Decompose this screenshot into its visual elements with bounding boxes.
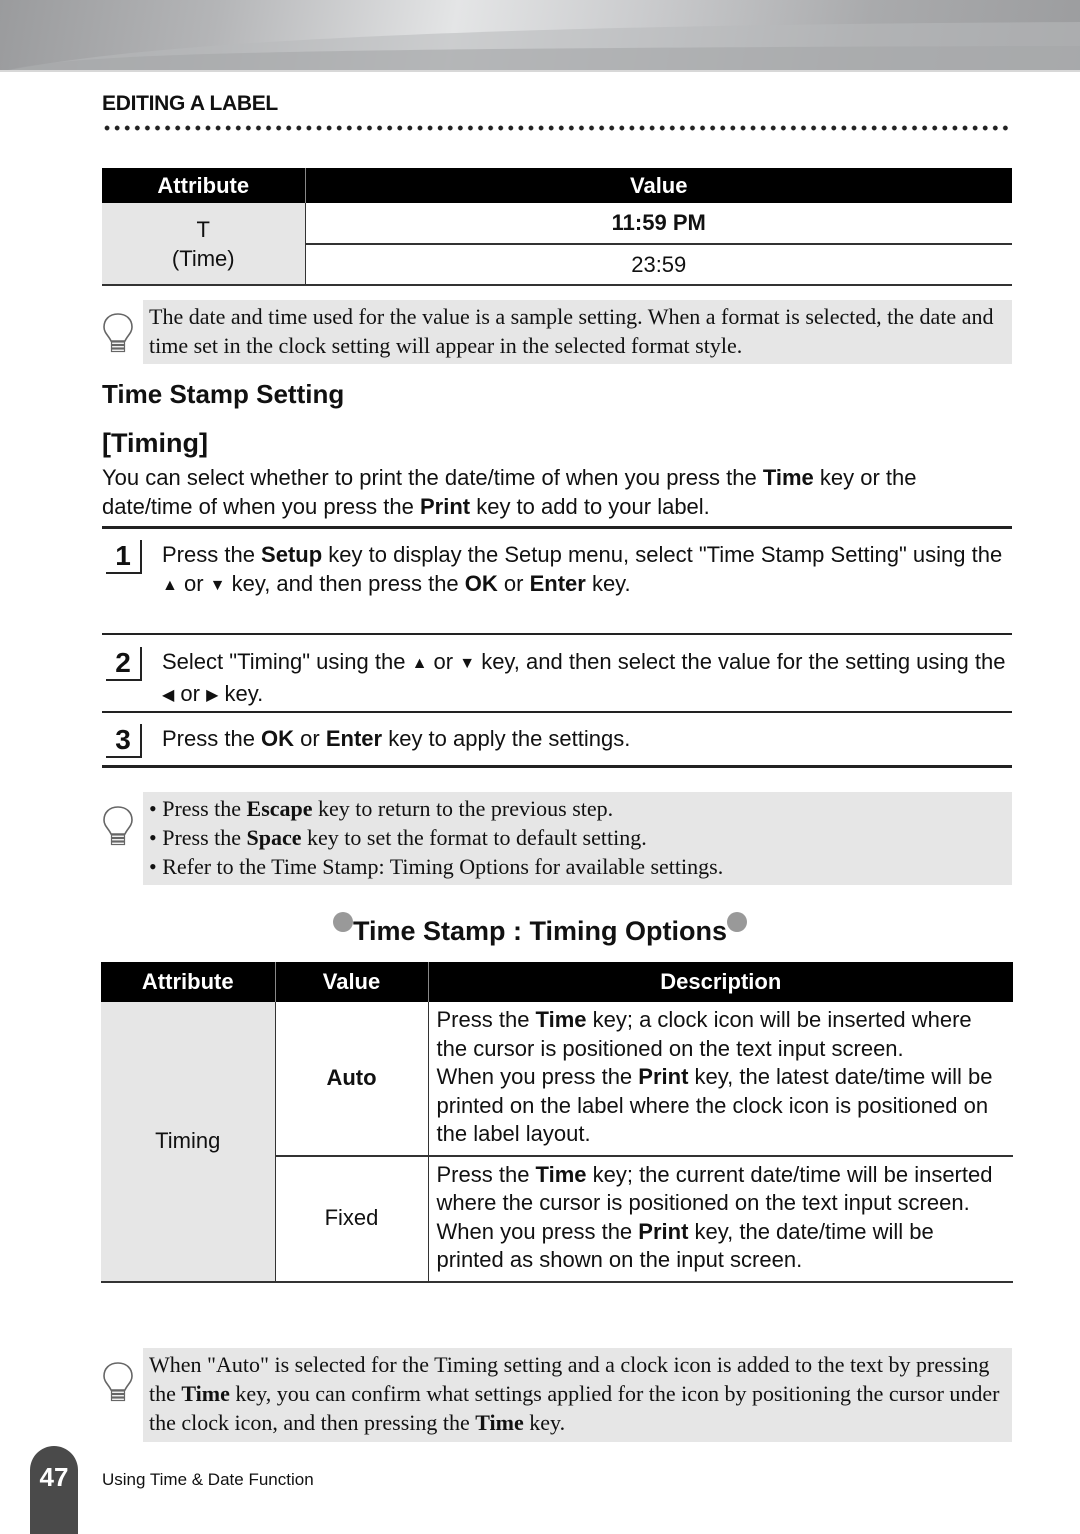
- header-value: Value: [274, 962, 428, 1002]
- timing-options-title: Time Stamp : Timing Options: [0, 912, 1080, 947]
- text: When you press the: [436, 1064, 639, 1089]
- divider: [102, 765, 1012, 768]
- text: key.: [523, 1410, 566, 1435]
- lightbulb-icon: [103, 1362, 133, 1402]
- intro-paragraph: You can select whether to print the date…: [102, 463, 1012, 521]
- key-setup: Setup: [261, 542, 323, 567]
- intro-text: You can select whether to print the date…: [102, 465, 763, 490]
- tip-item: • Press the Space key to set the format …: [149, 825, 647, 850]
- value-auto: Auto: [275, 1002, 429, 1157]
- text: or: [177, 571, 210, 596]
- description-fixed: Press the Time key; the current date/tim…: [428, 1155, 1013, 1283]
- text: key, and then select the value for the s…: [475, 649, 1006, 674]
- tip-item: • Refer to the Time Stamp: Timing Option…: [149, 854, 724, 879]
- text: Press the: [436, 1007, 536, 1032]
- timing-options-table: Attribute Value Description Timing Auto …: [101, 962, 1013, 1283]
- value-24h: 23:59: [305, 244, 1012, 286]
- attribute-symbol: T: [196, 216, 210, 242]
- value-12h: 11:59 PM: [305, 203, 1012, 245]
- text: key to return to the previous step.: [312, 796, 614, 821]
- step-number: 3: [106, 724, 142, 758]
- key-time: Time: [535, 1007, 587, 1032]
- text: key, you can confirm what settings appli…: [149, 1381, 1000, 1435]
- attribute-cell: Timing: [101, 1002, 276, 1283]
- text: or: [294, 726, 326, 751]
- step-number: 2: [106, 647, 142, 681]
- attribute-name: (Time): [171, 245, 235, 271]
- up-arrow-icon: ▲: [162, 577, 178, 594]
- key-time: Time: [181, 1381, 230, 1406]
- key-enter: Enter: [325, 726, 383, 751]
- header-value: Value: [304, 168, 1012, 203]
- lightbulb-icon: [103, 313, 133, 353]
- step-text: Press the Setup key to display the Setup…: [162, 540, 1012, 601]
- note-tips: • Press the Escape key to return to the …: [143, 792, 1012, 885]
- time-format-table: Attribute Value T (Time) 11:59 PM 23:59: [102, 168, 1012, 286]
- step-text: Select "Timing" using the ▲ or ▼ key, an…: [162, 647, 1012, 711]
- text: key to display the Setup menu, select "T…: [322, 542, 1003, 567]
- page-number: 47: [39, 1462, 69, 1492]
- text: key.: [585, 571, 631, 596]
- text: Refer to the Time Stamp: Timing Options …: [162, 854, 724, 879]
- key-space: Space: [246, 825, 302, 850]
- right-arrow-icon: ▶: [206, 687, 219, 704]
- text: Press the: [162, 542, 262, 567]
- text: key.: [218, 681, 264, 706]
- key-ok: OK: [464, 571, 498, 596]
- text: When you press the: [436, 1218, 639, 1244]
- note-auto-clock-icon: When "Auto" is selected for the Timing s…: [143, 1348, 1012, 1442]
- description-auto: Press the Time key; a clock icon will be…: [428, 1002, 1013, 1157]
- key-ok: OK: [261, 726, 295, 751]
- divider: [102, 711, 1012, 713]
- key-time: Time: [762, 465, 814, 490]
- header-description: Description: [427, 962, 1013, 1002]
- text: key to apply the settings.: [382, 726, 631, 751]
- key-print: Print: [638, 1064, 689, 1089]
- key-print: Print: [419, 494, 471, 519]
- key-escape: Escape: [246, 796, 313, 821]
- header-banner-curve: [0, 22, 1080, 72]
- bullet-dot-icon: [727, 912, 748, 932]
- text: or: [174, 681, 207, 706]
- key-time: Time: [475, 1410, 524, 1435]
- note-sample-setting: The date and time used for the value is …: [143, 300, 1012, 364]
- dotted-divider: [102, 124, 1012, 132]
- up-arrow-icon: ▲: [411, 655, 428, 672]
- text: key, and then press the: [225, 571, 465, 596]
- header-attribute: Attribute: [102, 168, 305, 203]
- chapter-title: Using Time & Date Function: [102, 1470, 314, 1489]
- left-arrow-icon: ◀: [162, 687, 175, 704]
- text: Press the: [162, 825, 247, 850]
- bullet-dot-icon: [332, 912, 353, 932]
- header-attribute: Attribute: [101, 962, 275, 1002]
- step-number: 1: [106, 540, 142, 574]
- text: Press the: [162, 726, 262, 751]
- lightbulb-icon: [103, 806, 133, 846]
- text: key to set the format to default setting…: [301, 825, 647, 850]
- text: or: [497, 571, 530, 596]
- down-arrow-icon: ▼: [209, 577, 226, 594]
- title-text: Time Stamp : Timing Options: [352, 916, 728, 946]
- heading-timing-text: [Timing]: [102, 428, 208, 458]
- heading-timing: [Timing]: [102, 428, 208, 459]
- step-text: Press the OK or Enter key to apply the s…: [162, 724, 1012, 753]
- down-arrow-icon: ▼: [459, 655, 476, 672]
- text: Press the: [162, 796, 247, 821]
- attribute-cell: T (Time): [102, 203, 306, 286]
- tip-item: • Press the Escape key to return to the …: [149, 796, 614, 821]
- intro-text: key to add to your label.: [470, 494, 710, 519]
- text: Select "Timing" using the: [162, 649, 412, 674]
- key-time: Time: [535, 1161, 587, 1187]
- key-print: Print: [638, 1218, 689, 1244]
- table-row: Timing Auto Press the Time key; a clock …: [101, 1002, 1013, 1283]
- text: Press the: [436, 1161, 536, 1187]
- divider: [102, 526, 1012, 529]
- section-title: EDITING A LABEL: [102, 92, 278, 115]
- key-enter: Enter: [529, 571, 586, 596]
- divider: [102, 633, 1012, 635]
- text: or: [427, 649, 460, 674]
- heading-time-stamp-setting: Time Stamp Setting: [102, 379, 345, 409]
- value-fixed: Fixed: [275, 1155, 429, 1283]
